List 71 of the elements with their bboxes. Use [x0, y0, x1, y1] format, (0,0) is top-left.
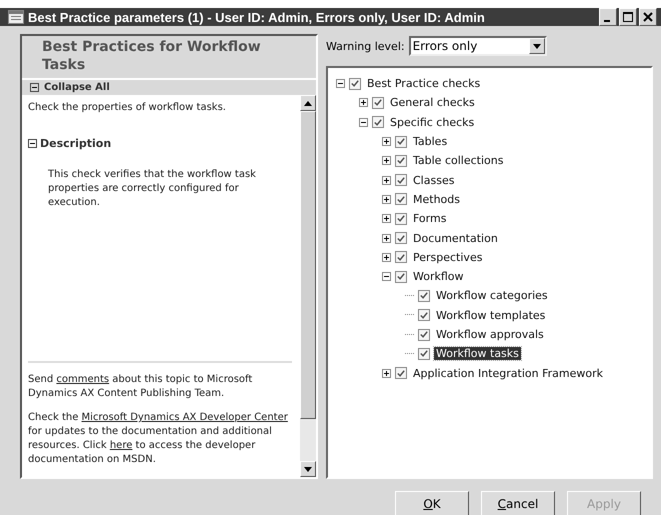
close-icon — [643, 12, 653, 22]
collapse-icon[interactable] — [30, 83, 39, 92]
tree-item[interactable]: Classes — [411, 174, 456, 187]
expander-icon[interactable] — [382, 368, 391, 378]
dialog-button[interactable]: OK — [395, 491, 469, 515]
help-paragraph: Send comments about this topic to Microsoft Dynamics AX Content Publishing Team. — [28, 373, 254, 401]
expander-icon[interactable] — [336, 79, 345, 88]
section-heading: Description — [40, 137, 112, 150]
tree-item[interactable]: Workflow tasks — [434, 347, 521, 360]
tree-item[interactable]: Tables — [411, 135, 450, 148]
expander-icon[interactable] — [382, 252, 391, 262]
minimize-button[interactable] — [599, 8, 617, 26]
tree-item[interactable]: Documentation — [411, 232, 500, 245]
help-link[interactable]: here — [110, 440, 132, 451]
tree-item[interactable]: Workflow templates — [434, 308, 548, 322]
tree-item[interactable]: Workflow approvals — [434, 328, 546, 341]
help-link[interactable]: comments — [56, 374, 110, 385]
warning-level-dropdown[interactable]: Errors only — [408, 36, 547, 56]
warning-level-label: Warning level: — [326, 40, 405, 52]
checkbox[interactable] — [418, 348, 430, 360]
checkbox[interactable] — [395, 251, 407, 264]
checkbox[interactable] — [372, 96, 384, 109]
checkbox[interactable] — [395, 212, 407, 225]
help-paragraph: Check the Microsoft Dynamics AX Developer Center for updates to the documentation and additional resources. Click here to access the developer documentation on MSDN. — [28, 411, 289, 467]
scroll-up-icon — [304, 100, 312, 106]
expander-icon[interactable] — [382, 214, 391, 224]
checkbox[interactable] — [418, 309, 430, 322]
checkbox[interactable] — [395, 174, 407, 186]
expander-icon[interactable] — [382, 137, 391, 146]
expander-icon[interactable] — [382, 194, 391, 204]
expander-icon[interactable] — [382, 156, 391, 166]
maximize-icon — [623, 12, 633, 22]
close-button[interactable] — [639, 8, 657, 26]
checkbox[interactable] — [372, 116, 384, 128]
expander-icon[interactable] — [359, 98, 368, 108]
dialog-button[interactable]: Cancel — [481, 491, 555, 515]
checkbox[interactable] — [395, 136, 407, 148]
tree-item[interactable]: Specific checks — [388, 116, 476, 129]
minimize-icon — [604, 20, 610, 22]
scrollbar[interactable] — [300, 95, 316, 477]
tree-item[interactable]: General checks — [388, 96, 477, 110]
tree-item[interactable]: Workflow — [411, 270, 466, 284]
help-summary: Check the properties of workflow tasks. — [28, 101, 227, 115]
expander-icon[interactable] — [382, 176, 391, 185]
description-text: This check verifies that the workflow task properties are correctly configured for execution. — [47, 168, 257, 210]
expander-icon[interactable] — [382, 234, 391, 243]
expander-icon[interactable] — [382, 272, 391, 282]
checkbox[interactable] — [418, 328, 430, 340]
tree-item[interactable]: Perspectives — [411, 250, 484, 264]
collapse-all-link[interactable]: Collapse All — [44, 82, 110, 93]
checkbox[interactable] — [418, 290, 430, 302]
window-icon — [8, 10, 24, 24]
checkbox[interactable] — [395, 232, 407, 244]
maximize-button[interactable] — [619, 8, 637, 26]
tree-item[interactable]: Workflow categories — [434, 289, 550, 302]
checkbox[interactable] — [395, 193, 407, 206]
tree-item[interactable]: Application Integration Framework — [411, 366, 605, 380]
dropdown-arrow-icon — [532, 44, 541, 48]
expander-icon[interactable] — [28, 139, 37, 148]
window-title: Best Practice parameters (1) - User ID: Admin, Errors only, User ID: Admin — [28, 10, 486, 24]
tree-item[interactable]: Methods — [411, 192, 462, 206]
tree-item[interactable]: Forms — [411, 212, 448, 226]
checkbox[interactable] — [395, 270, 407, 283]
tree-item[interactable]: Table collections — [411, 154, 506, 168]
scroll-down-icon — [304, 466, 312, 472]
checkbox[interactable] — [395, 154, 407, 167]
tree-item[interactable]: Best Practice checks — [365, 77, 482, 90]
checkbox[interactable] — [395, 367, 407, 380]
checkbox[interactable] — [349, 78, 361, 90]
help-link[interactable]: Microsoft Dynamics AX Developer Center — [82, 412, 288, 423]
expander-icon[interactable] — [359, 118, 368, 127]
